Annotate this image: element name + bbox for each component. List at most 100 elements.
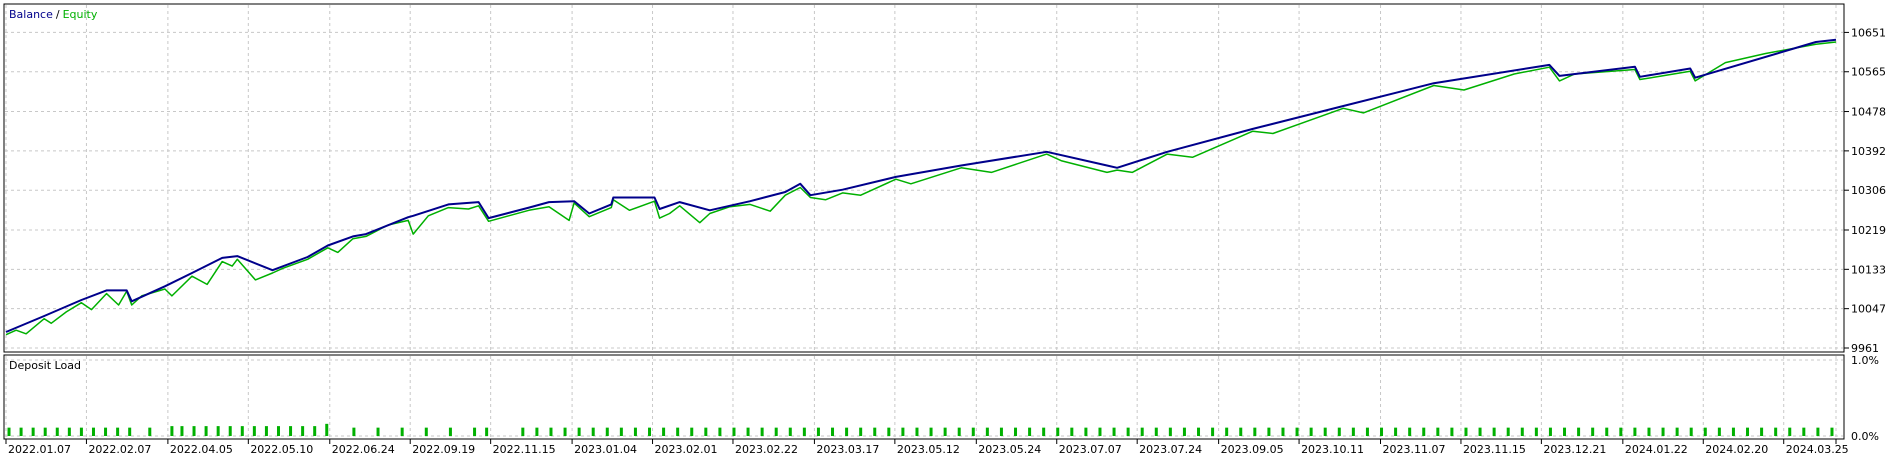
deposit-load-bar [31, 427, 35, 436]
deposit-load-bar [1802, 427, 1806, 436]
deposit-load-bar [1619, 427, 1623, 436]
legend-separator: / [56, 8, 60, 21]
deposit-load-bar [301, 426, 305, 436]
deposit-load-bar [1478, 427, 1482, 436]
deposit-load-bar [1323, 427, 1327, 436]
deposit-load-bar [1042, 427, 1046, 436]
deposit-load-bar [148, 427, 152, 436]
deposit-load-bar [1436, 427, 1440, 436]
deposit-load-bar [1731, 427, 1735, 436]
x-tick-label: 2022.01.07 [8, 443, 71, 456]
deposit-load-bar [802, 427, 806, 436]
x-tick-label: 2023.03.17 [816, 443, 879, 456]
deposit-load-bar [424, 427, 428, 436]
deposit-load-y-axis: 1.0% 0.0% [1851, 354, 1879, 443]
deposit-load-bar [535, 427, 539, 436]
deposit-load-bar [104, 427, 108, 436]
deposit-load-bar [1422, 427, 1426, 436]
x-axis: 2022.01.07 2022.02.07 2022.04.05 2022.05.10… [5, 439, 1849, 456]
deposit-load-bar [1253, 427, 1257, 436]
deposit-load-bar [252, 426, 256, 436]
deposit-load-bar [1717, 427, 1721, 436]
x-tick-label: 2023.11.07 [1383, 443, 1446, 456]
deposit-load-bar [264, 426, 268, 436]
deposit-load-bar [1337, 427, 1341, 436]
deposit-load-bar [1028, 427, 1032, 436]
x-tick-label: 2022.02.07 [88, 443, 151, 456]
deposit-load-bar [1520, 427, 1524, 436]
deposit-load-bar [1563, 427, 1567, 436]
deposit-load-bar [1351, 427, 1355, 436]
deposit-load-bar [633, 427, 637, 436]
deposit-load-bar [289, 426, 293, 436]
deposit-load-bar [276, 426, 280, 436]
deposit-load-bar [67, 427, 71, 436]
deposit-load-bar [19, 427, 23, 436]
deposit-load-bar [957, 427, 961, 436]
deposit-load-bar [549, 427, 553, 436]
deposit-load-bar [1830, 427, 1834, 436]
deposit-load-bar [91, 427, 95, 436]
deposit-load-bar [859, 427, 863, 436]
x-tick-label: 2023.05.24 [978, 443, 1041, 456]
deposit-load-bar [352, 427, 356, 436]
strategy-tester-chart: 9961 10047 10133 10219 10306 10392 10478 10565 1… [0, 0, 1893, 456]
deposit-load-bar [662, 427, 666, 436]
deposit-load-bar [943, 427, 947, 436]
deposit-load-bar [1534, 427, 1538, 436]
deposit-load-bar [1380, 427, 1384, 436]
deposit-load-bar [1126, 427, 1130, 436]
deposit-load-bar [313, 426, 317, 436]
deposit-load-bar [180, 426, 184, 436]
deposit-load-bar [1225, 427, 1229, 436]
x-tick-label: 2022.04.05 [170, 443, 233, 456]
deposit-load-bar [1548, 427, 1552, 436]
y-tick-label: 10565 [1851, 66, 1886, 79]
deposit-load-bar [1182, 427, 1186, 436]
deposit-load-bar [690, 427, 694, 436]
deposit-load-bar [1267, 427, 1271, 436]
deposit-load-bar [1211, 427, 1215, 436]
deposit-load-bar [240, 426, 244, 436]
deposit-load-bar [1056, 427, 1060, 436]
deposit-load-title: Deposit Load [9, 359, 81, 372]
deposit-load-bar [521, 427, 525, 436]
deposit-load-bar [1394, 427, 1398, 436]
deposit-load-bar [1774, 427, 1778, 436]
balance-panel-y-axis: 9961100471013310219103061039210478105651… [1844, 26, 1886, 355]
deposit-load-bar [1084, 427, 1088, 436]
deposit-load-bar [929, 427, 933, 436]
y-tick-label: 10392 [1851, 145, 1886, 158]
deposit-load-bar [746, 427, 750, 436]
deposit-load-bar [216, 426, 220, 436]
deposit-load-bar [591, 427, 595, 436]
deposit-load-bar [1577, 427, 1581, 436]
deposit-load-bar [43, 427, 47, 436]
deposit-load-bar [788, 427, 792, 436]
deposit-load-bar [1309, 427, 1313, 436]
deposit-load-bar [1197, 427, 1201, 436]
deposit-load-bar [1506, 427, 1510, 436]
x-tick-label: 2023.11.15 [1463, 443, 1526, 456]
legend-equity: Equity [63, 8, 98, 21]
x-tick-label: 2024.03.25 [1786, 443, 1849, 456]
x-tick-label: 2023.05.12 [897, 443, 960, 456]
x-tick-label: 2023.02.01 [655, 443, 718, 456]
deposit-load-bar [563, 427, 567, 436]
deposit-load-bar [760, 427, 764, 436]
deposit-load-bar [1450, 427, 1454, 436]
y-tick-label: 10133 [1851, 263, 1886, 276]
deposit-load-bar [1168, 427, 1172, 436]
deposit-load-bar [577, 427, 581, 436]
deposit-load-bar [999, 427, 1003, 436]
y-tick-label: 10651 [1851, 26, 1886, 39]
deposit-load-bar [1408, 427, 1412, 436]
deposit-load-bar [619, 427, 623, 436]
deposit-load-bar [605, 427, 609, 436]
deposit-load-bar [915, 427, 919, 436]
deposit-load-bar [1661, 427, 1665, 436]
deposit-load-bar [55, 427, 59, 436]
deposit-load-bar [845, 427, 849, 436]
deposit-load-bar [1154, 427, 1158, 436]
x-tick-label: 2022.11.15 [493, 443, 556, 456]
